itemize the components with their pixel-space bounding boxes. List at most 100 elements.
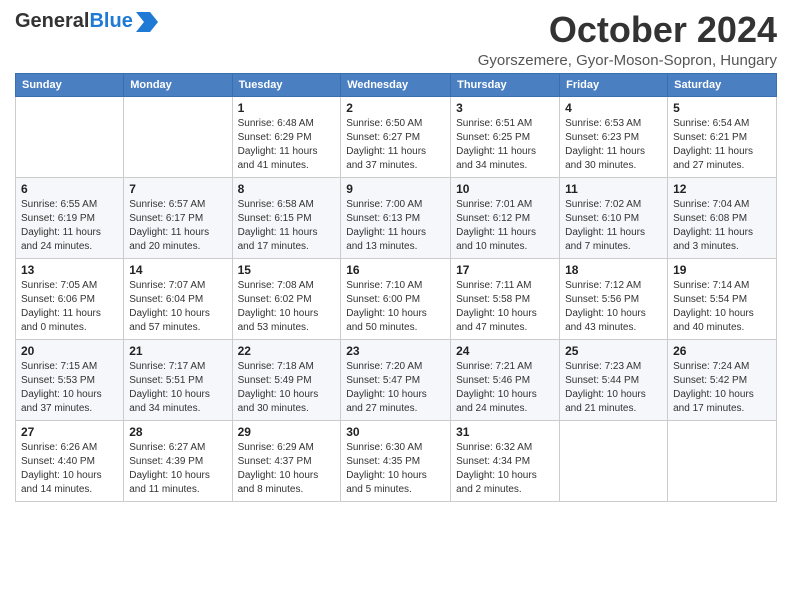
- day-number: 19: [673, 263, 771, 277]
- day-number: 16: [346, 263, 445, 277]
- subtitle: Gyorszemere, Gyor-Moson-Sopron, Hungary: [478, 52, 777, 69]
- calendar-cell: 29Sunrise: 6:29 AM Sunset: 4:37 PM Dayli…: [232, 420, 341, 501]
- calendar-cell: 22Sunrise: 7:18 AM Sunset: 5:49 PM Dayli…: [232, 339, 341, 420]
- day-info: Sunrise: 7:02 AM Sunset: 6:10 PM Dayligh…: [565, 198, 662, 254]
- calendar-cell: 23Sunrise: 7:20 AM Sunset: 5:47 PM Dayli…: [341, 339, 451, 420]
- day-info: Sunrise: 6:53 AM Sunset: 6:23 PM Dayligh…: [565, 117, 662, 173]
- day-number: 31: [456, 425, 554, 439]
- day-header-saturday: Saturday: [668, 73, 777, 96]
- week-row-1: 1 Sunrise: 6:48 AM Sunset: 6:29 PM Daylig…: [16, 96, 777, 177]
- day-info: Sunrise: 6:57 AM Sunset: 6:17 PM Dayligh…: [129, 198, 226, 254]
- calendar-cell: [16, 96, 124, 177]
- day-info: Sunrise: 7:15 AM Sunset: 5:53 PM Dayligh…: [21, 360, 118, 416]
- day-number: 7: [129, 182, 226, 196]
- week-row-2: 6 Sunrise: 6:55 AM Sunset: 6:19 PM Daylig…: [16, 177, 777, 258]
- calendar-cell: [124, 96, 232, 177]
- day-number: 1: [238, 101, 336, 115]
- day-number: 24: [456, 344, 554, 358]
- title-block: October 2024 Gyorszemere, Gyor-Moson-Sop…: [478, 10, 777, 69]
- calendar-cell: 17 Sunrise: 7:11 AM Sunset: 5:58 PM Dayli…: [451, 258, 560, 339]
- calendar-cell: 21Sunrise: 7:17 AM Sunset: 5:51 PM Dayli…: [124, 339, 232, 420]
- calendar-cell: 3 Sunrise: 6:51 AM Sunset: 6:25 PM Daylig…: [451, 96, 560, 177]
- day-number: 23: [346, 344, 445, 358]
- calendar-cell: 15Sunrise: 7:08 AM Sunset: 6:02 PM Dayli…: [232, 258, 341, 339]
- day-info: Sunrise: 7:12 AM Sunset: 5:56 PM Dayligh…: [565, 279, 662, 335]
- logo-arrow-icon: [136, 12, 158, 32]
- day-header-thursday: Thursday: [451, 73, 560, 96]
- calendar-cell: [560, 420, 668, 501]
- logo: GeneralBlue: [15, 10, 158, 33]
- day-info: Sunrise: 6:27 AM Sunset: 4:39 PM Dayligh…: [129, 441, 226, 497]
- calendar-cell: 13 Sunrise: 7:05 AM Sunset: 6:06 PM Dayli…: [16, 258, 124, 339]
- main-title: October 2024: [478, 10, 777, 50]
- day-header-sunday: Sunday: [16, 73, 124, 96]
- day-number: 9: [346, 182, 445, 196]
- day-header-wednesday: Wednesday: [341, 73, 451, 96]
- day-info: Sunrise: 7:10 AM Sunset: 6:00 PM Dayligh…: [346, 279, 445, 335]
- day-info: Sunrise: 7:08 AM Sunset: 6:02 PM Dayligh…: [238, 279, 336, 335]
- day-info: Sunrise: 7:24 AM Sunset: 5:42 PM Dayligh…: [673, 360, 771, 416]
- day-info: Sunrise: 6:51 AM Sunset: 6:25 PM Dayligh…: [456, 117, 554, 173]
- week-row-4: 20 Sunrise: 7:15 AM Sunset: 5:53 PM Dayli…: [16, 339, 777, 420]
- day-number: 18: [565, 263, 662, 277]
- day-number: 5: [673, 101, 771, 115]
- day-number: 21: [129, 344, 226, 358]
- day-info: Sunrise: 7:01 AM Sunset: 6:12 PM Dayligh…: [456, 198, 554, 254]
- day-info: Sunrise: 6:58 AM Sunset: 6:15 PM Dayligh…: [238, 198, 336, 254]
- day-number: 25: [565, 344, 662, 358]
- day-number: 11: [565, 182, 662, 196]
- day-info: Sunrise: 6:48 AM Sunset: 6:29 PM Dayligh…: [238, 117, 336, 173]
- calendar-cell: 12Sunrise: 7:04 AM Sunset: 6:08 PM Dayli…: [668, 177, 777, 258]
- calendar-body: 1 Sunrise: 6:48 AM Sunset: 6:29 PM Daylig…: [16, 96, 777, 501]
- day-info: Sunrise: 7:11 AM Sunset: 5:58 PM Dayligh…: [456, 279, 554, 335]
- calendar-cell: 4 Sunrise: 6:53 AM Sunset: 6:23 PM Daylig…: [560, 96, 668, 177]
- day-number: 8: [238, 182, 336, 196]
- day-number: 28: [129, 425, 226, 439]
- day-number: 6: [21, 182, 118, 196]
- day-number: 2: [346, 101, 445, 115]
- day-number: 27: [21, 425, 118, 439]
- day-info: Sunrise: 7:21 AM Sunset: 5:46 PM Dayligh…: [456, 360, 554, 416]
- calendar-cell: 30Sunrise: 6:30 AM Sunset: 4:35 PM Dayli…: [341, 420, 451, 501]
- calendar-cell: 8 Sunrise: 6:58 AM Sunset: 6:15 PM Daylig…: [232, 177, 341, 258]
- calendar-cell: 6 Sunrise: 6:55 AM Sunset: 6:19 PM Daylig…: [16, 177, 124, 258]
- day-info: Sunrise: 7:14 AM Sunset: 5:54 PM Dayligh…: [673, 279, 771, 335]
- calendar-cell: 5Sunrise: 6:54 AM Sunset: 6:21 PM Daylig…: [668, 96, 777, 177]
- calendar-cell: 2Sunrise: 6:50 AM Sunset: 6:27 PM Daylig…: [341, 96, 451, 177]
- calendar-cell: 27 Sunrise: 6:26 AM Sunset: 4:40 PM Dayli…: [16, 420, 124, 501]
- calendar-cell: 24 Sunrise: 7:21 AM Sunset: 5:46 PM Dayli…: [451, 339, 560, 420]
- day-info: Sunrise: 6:55 AM Sunset: 6:19 PM Dayligh…: [21, 198, 118, 254]
- day-info: Sunrise: 6:29 AM Sunset: 4:37 PM Dayligh…: [238, 441, 336, 497]
- day-number: 3: [456, 101, 554, 115]
- day-number: 20: [21, 344, 118, 358]
- calendar-cell: 7 Sunrise: 6:57 AM Sunset: 6:17 PM Daylig…: [124, 177, 232, 258]
- calendar-cell: [668, 420, 777, 501]
- calendar-cell: 11 Sunrise: 7:02 AM Sunset: 6:10 PM Dayli…: [560, 177, 668, 258]
- day-info: Sunrise: 7:07 AM Sunset: 6:04 PM Dayligh…: [129, 279, 226, 335]
- calendar-cell: 19 Sunrise: 7:14 AM Sunset: 5:54 PM Dayli…: [668, 258, 777, 339]
- calendar-cell: 20 Sunrise: 7:15 AM Sunset: 5:53 PM Dayli…: [16, 339, 124, 420]
- calendar-cell: 16 Sunrise: 7:10 AM Sunset: 6:00 PM Dayli…: [341, 258, 451, 339]
- day-number: 26: [673, 344, 771, 358]
- calendar-cell: 28 Sunrise: 6:27 AM Sunset: 4:39 PM Dayli…: [124, 420, 232, 501]
- calendar-cell: 26 Sunrise: 7:24 AM Sunset: 5:42 PM Dayli…: [668, 339, 777, 420]
- page: GeneralBlue October 2024 Gyorszemere, Gy…: [0, 0, 792, 612]
- day-info: Sunrise: 7:23 AM Sunset: 5:44 PM Dayligh…: [565, 360, 662, 416]
- day-info: Sunrise: 6:30 AM Sunset: 4:35 PM Dayligh…: [346, 441, 445, 497]
- day-number: 10: [456, 182, 554, 196]
- calendar-header: SundayMondayTuesdayWednesdayThursdayFrid…: [16, 73, 777, 96]
- day-number: 13: [21, 263, 118, 277]
- day-info: Sunrise: 7:05 AM Sunset: 6:06 PM Dayligh…: [21, 279, 118, 335]
- day-number: 17: [456, 263, 554, 277]
- calendar-cell: 9 Sunrise: 7:00 AM Sunset: 6:13 PM Daylig…: [341, 177, 451, 258]
- week-row-3: 13 Sunrise: 7:05 AM Sunset: 6:06 PM Dayli…: [16, 258, 777, 339]
- day-number: 4: [565, 101, 662, 115]
- calendar-cell: 18 Sunrise: 7:12 AM Sunset: 5:56 PM Dayli…: [560, 258, 668, 339]
- day-header-monday: Monday: [124, 73, 232, 96]
- calendar-cell: 14 Sunrise: 7:07 AM Sunset: 6:04 PM Dayli…: [124, 258, 232, 339]
- day-number: 14: [129, 263, 226, 277]
- day-info: Sunrise: 7:00 AM Sunset: 6:13 PM Dayligh…: [346, 198, 445, 254]
- day-info: Sunrise: 6:26 AM Sunset: 4:40 PM Dayligh…: [21, 441, 118, 497]
- week-row-5: 27 Sunrise: 6:26 AM Sunset: 4:40 PM Dayli…: [16, 420, 777, 501]
- day-header-tuesday: Tuesday: [232, 73, 341, 96]
